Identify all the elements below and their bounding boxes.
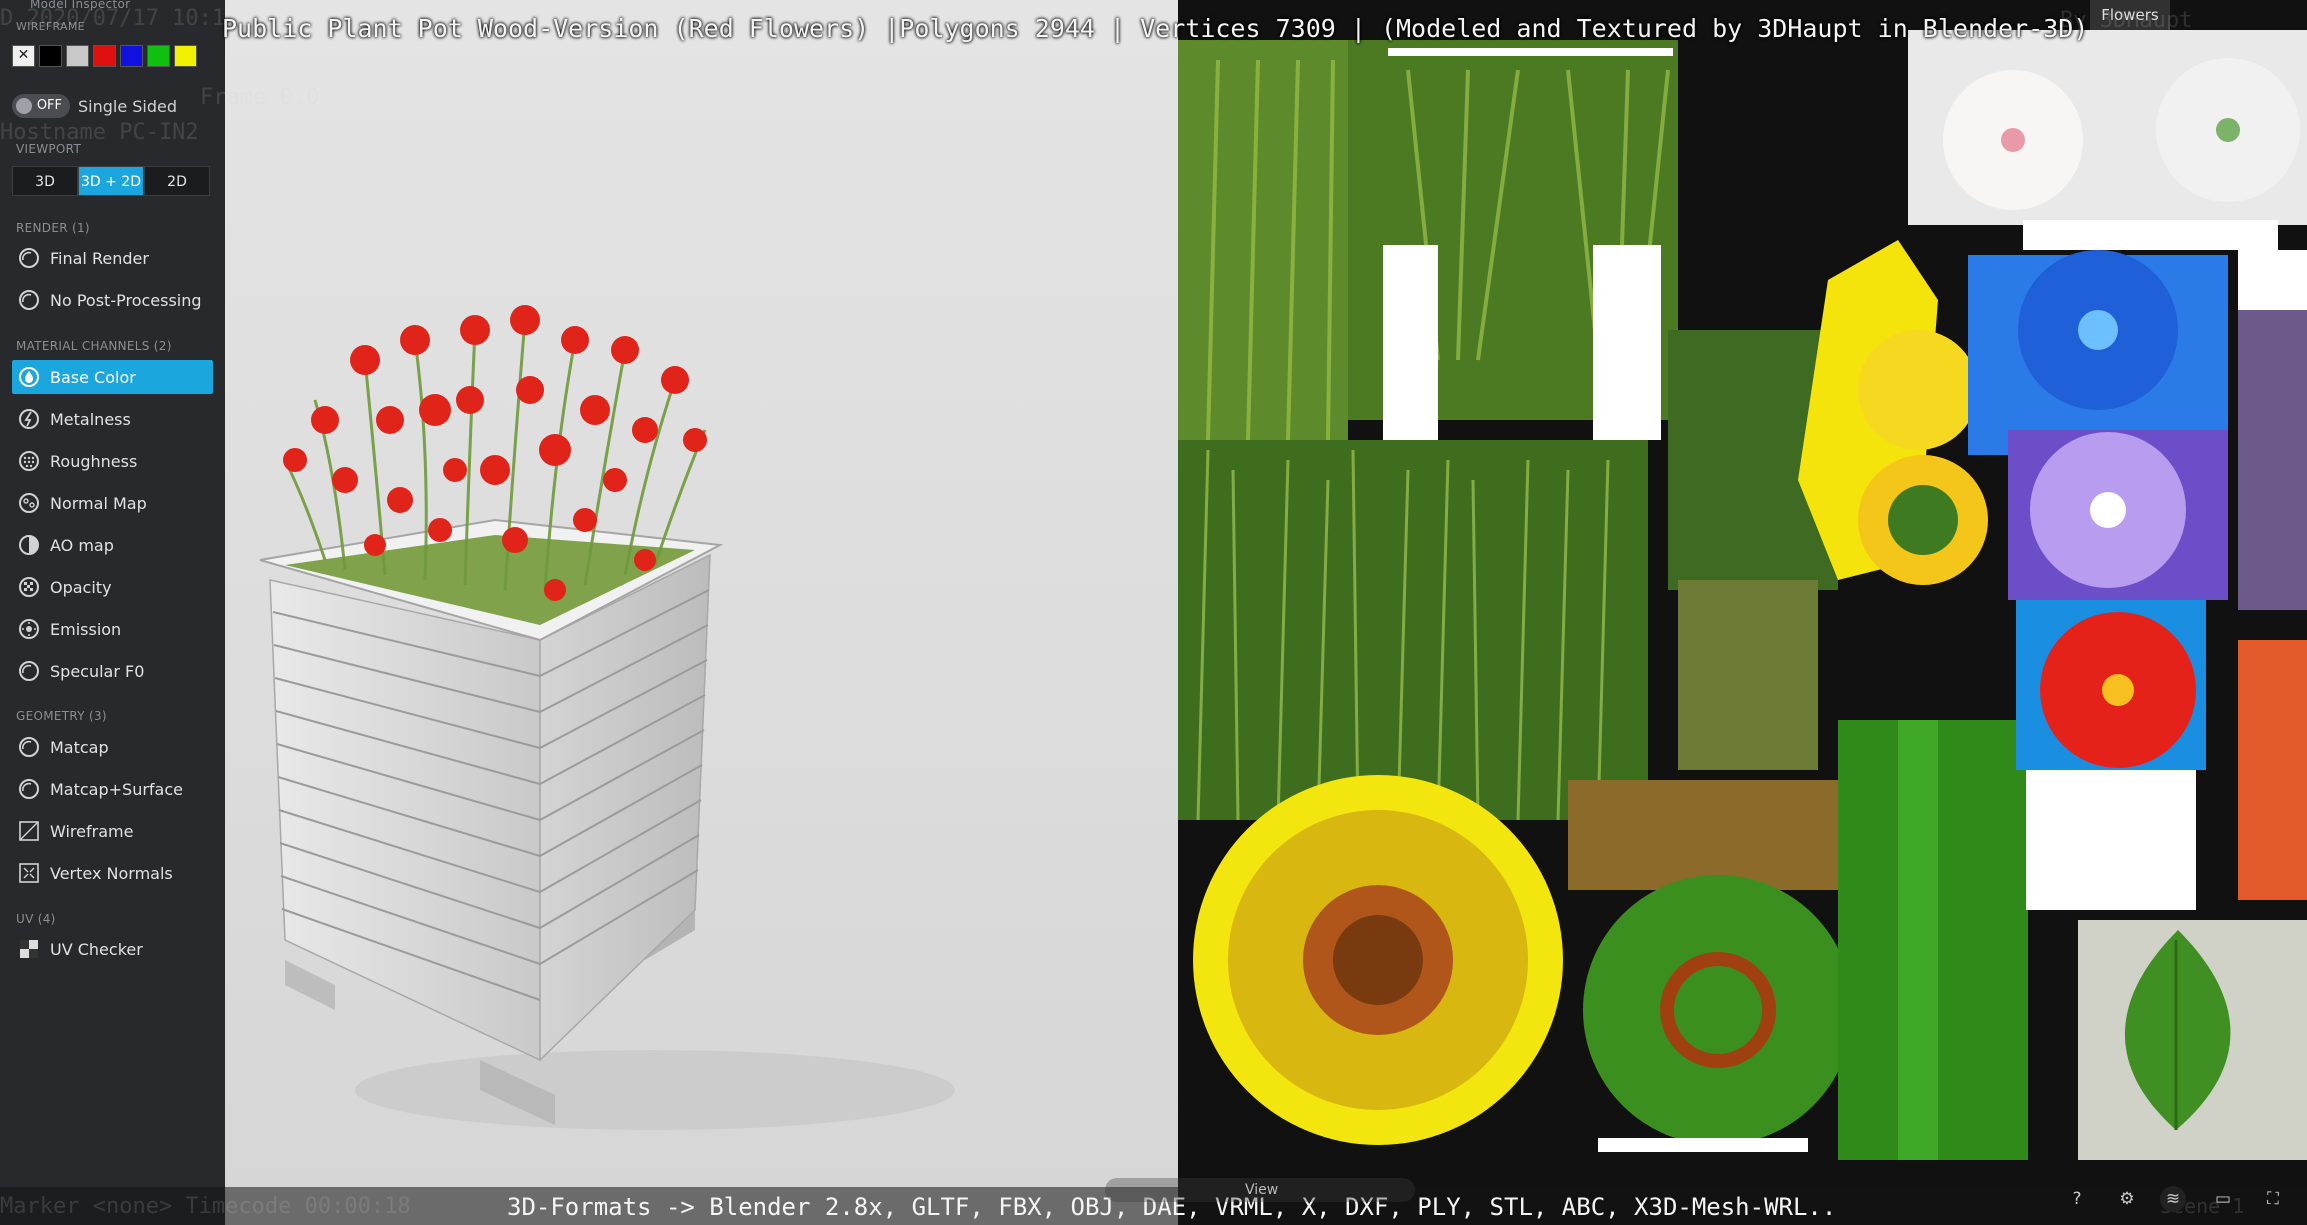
view-selector-label: View [1245,1182,1279,1198]
single-sided-label: Single Sided [78,96,178,116]
ghost-marker-timecode: Marker <none> Timecode 00:00:18 [0,1194,411,1219]
render-item-label: No Post-Processing [50,290,202,310]
inspector-sidebar: Model Inspector WIREFRAME ✕ OFF Single S… [0,0,278,1225]
geometry-wireframe[interactable]: Wireframe [12,814,213,848]
material-item-label: AO map [50,535,114,555]
material-normal-map[interactable]: Normal Map [12,486,213,520]
uv-item-label: UV Checker [50,939,143,959]
render-section-label: RENDER (1) [16,221,90,235]
model-inspector-app: Model Inspector WIREFRAME ✕ OFF Single S… [0,0,2307,1225]
checker-icon [18,938,40,960]
material-item-label: Normal Map [50,493,147,513]
uv-checker[interactable]: UV Checker [12,932,213,966]
geometry-item-label: Wireframe [50,821,134,841]
swatch-red[interactable] [93,45,116,67]
material-roughness[interactable]: Roughness [12,444,213,478]
help-icon[interactable]: ? [2064,1186,2090,1212]
material-item-label: Emission [50,619,122,639]
normal-map-icon [18,492,40,514]
material-item-label: Roughness [50,451,138,471]
vr-icon[interactable]: ▭ [2210,1186,2236,1212]
wireframe-color-swatches: ✕ [12,45,197,67]
swatch-none[interactable]: ✕ [12,45,35,67]
material-section-label: MATERIAL CHANNELS (2) [16,339,172,353]
geometry-item-label: Matcap+Surface [50,779,183,799]
metalness-icon [18,408,40,430]
material-opacity[interactable]: Opacity [12,570,213,604]
settings-icon[interactable]: ⚙ [2114,1186,2140,1212]
sphere-icon [18,736,40,758]
roughness-icon [18,450,40,472]
swatch-black[interactable] [39,45,62,67]
texture-atlas [1178,0,2307,1225]
viewport-mode-selector: 3D 3D + 2D 2D [12,166,210,196]
ghost-author: By 3DHaupt [2060,8,2193,33]
sphere-icon [18,660,40,682]
sphere-icon [18,778,40,800]
color-drop-icon [18,366,40,388]
geometry-section-label: GEOMETRY (3) [16,709,107,723]
wireframe-icon [18,820,40,842]
viewport-3d-button[interactable]: 3D [12,166,78,196]
material-item-label: Base Color [50,367,136,387]
material-metalness[interactable]: Metalness [12,402,213,436]
opacity-icon [18,576,40,598]
ghost-hostname: Hostname PC-IN2 [0,120,199,145]
ghost-frame: Frame 0.0 [200,85,320,110]
geometry-item-label: Vertex Normals [50,863,173,883]
emission-icon [18,618,40,640]
render-item-label: Final Render [50,248,149,268]
view-selector[interactable]: View [1105,1178,1415,1202]
texture-2d-view[interactable]: Flowers [1178,0,2307,1225]
single-sided-toggle[interactable]: OFF [12,94,70,118]
swatch-yellow[interactable] [174,45,197,67]
uv-section-label: UV (4) [16,912,56,926]
geometry-matcap-surface[interactable]: Matcap+Surface [12,772,213,806]
geometry-item-label: Matcap [50,737,109,757]
ao-map-icon [18,534,40,556]
3d-viewport[interactable] [225,0,1178,1225]
render-final-render[interactable]: Final Render [12,241,213,275]
sphere-icon [18,247,40,269]
material-item-label: Opacity [50,577,112,597]
viewport-3d-2d-button[interactable]: 3D + 2D [78,166,144,196]
video-title-overlay: Public Plant Pot Wood-Version (Red Flowe… [222,14,2089,43]
single-sided-toggle-row: OFF Single Sided [12,94,177,118]
vertex-normals-icon [18,862,40,884]
swatch-green[interactable] [147,45,170,67]
viewport-2d-button[interactable]: 2D [144,166,210,196]
material-item-label: Specular F0 [50,661,145,681]
material-specular-f0[interactable]: Specular F0 [12,654,213,688]
material-base-color[interactable]: Base Color [12,360,213,394]
material-item-label: Metalness [50,409,131,429]
render-no-post-processing[interactable]: No Post-Processing [12,283,213,317]
swatch-blue[interactable] [120,45,143,67]
fullscreen-icon[interactable]: ⛶ [2260,1186,2286,1212]
geometry-matcap[interactable]: Matcap [12,730,213,764]
material-emission[interactable]: Emission [12,612,213,646]
material-ao-map[interactable]: AO map [12,528,213,562]
layers-icon[interactable]: ≋ [2160,1186,2186,1212]
swatch-gray[interactable] [66,45,89,67]
geometry-vertex-normals[interactable]: Vertex Normals [12,856,213,890]
plant-pot-render [259,305,955,1130]
sphere-icon [18,289,40,311]
